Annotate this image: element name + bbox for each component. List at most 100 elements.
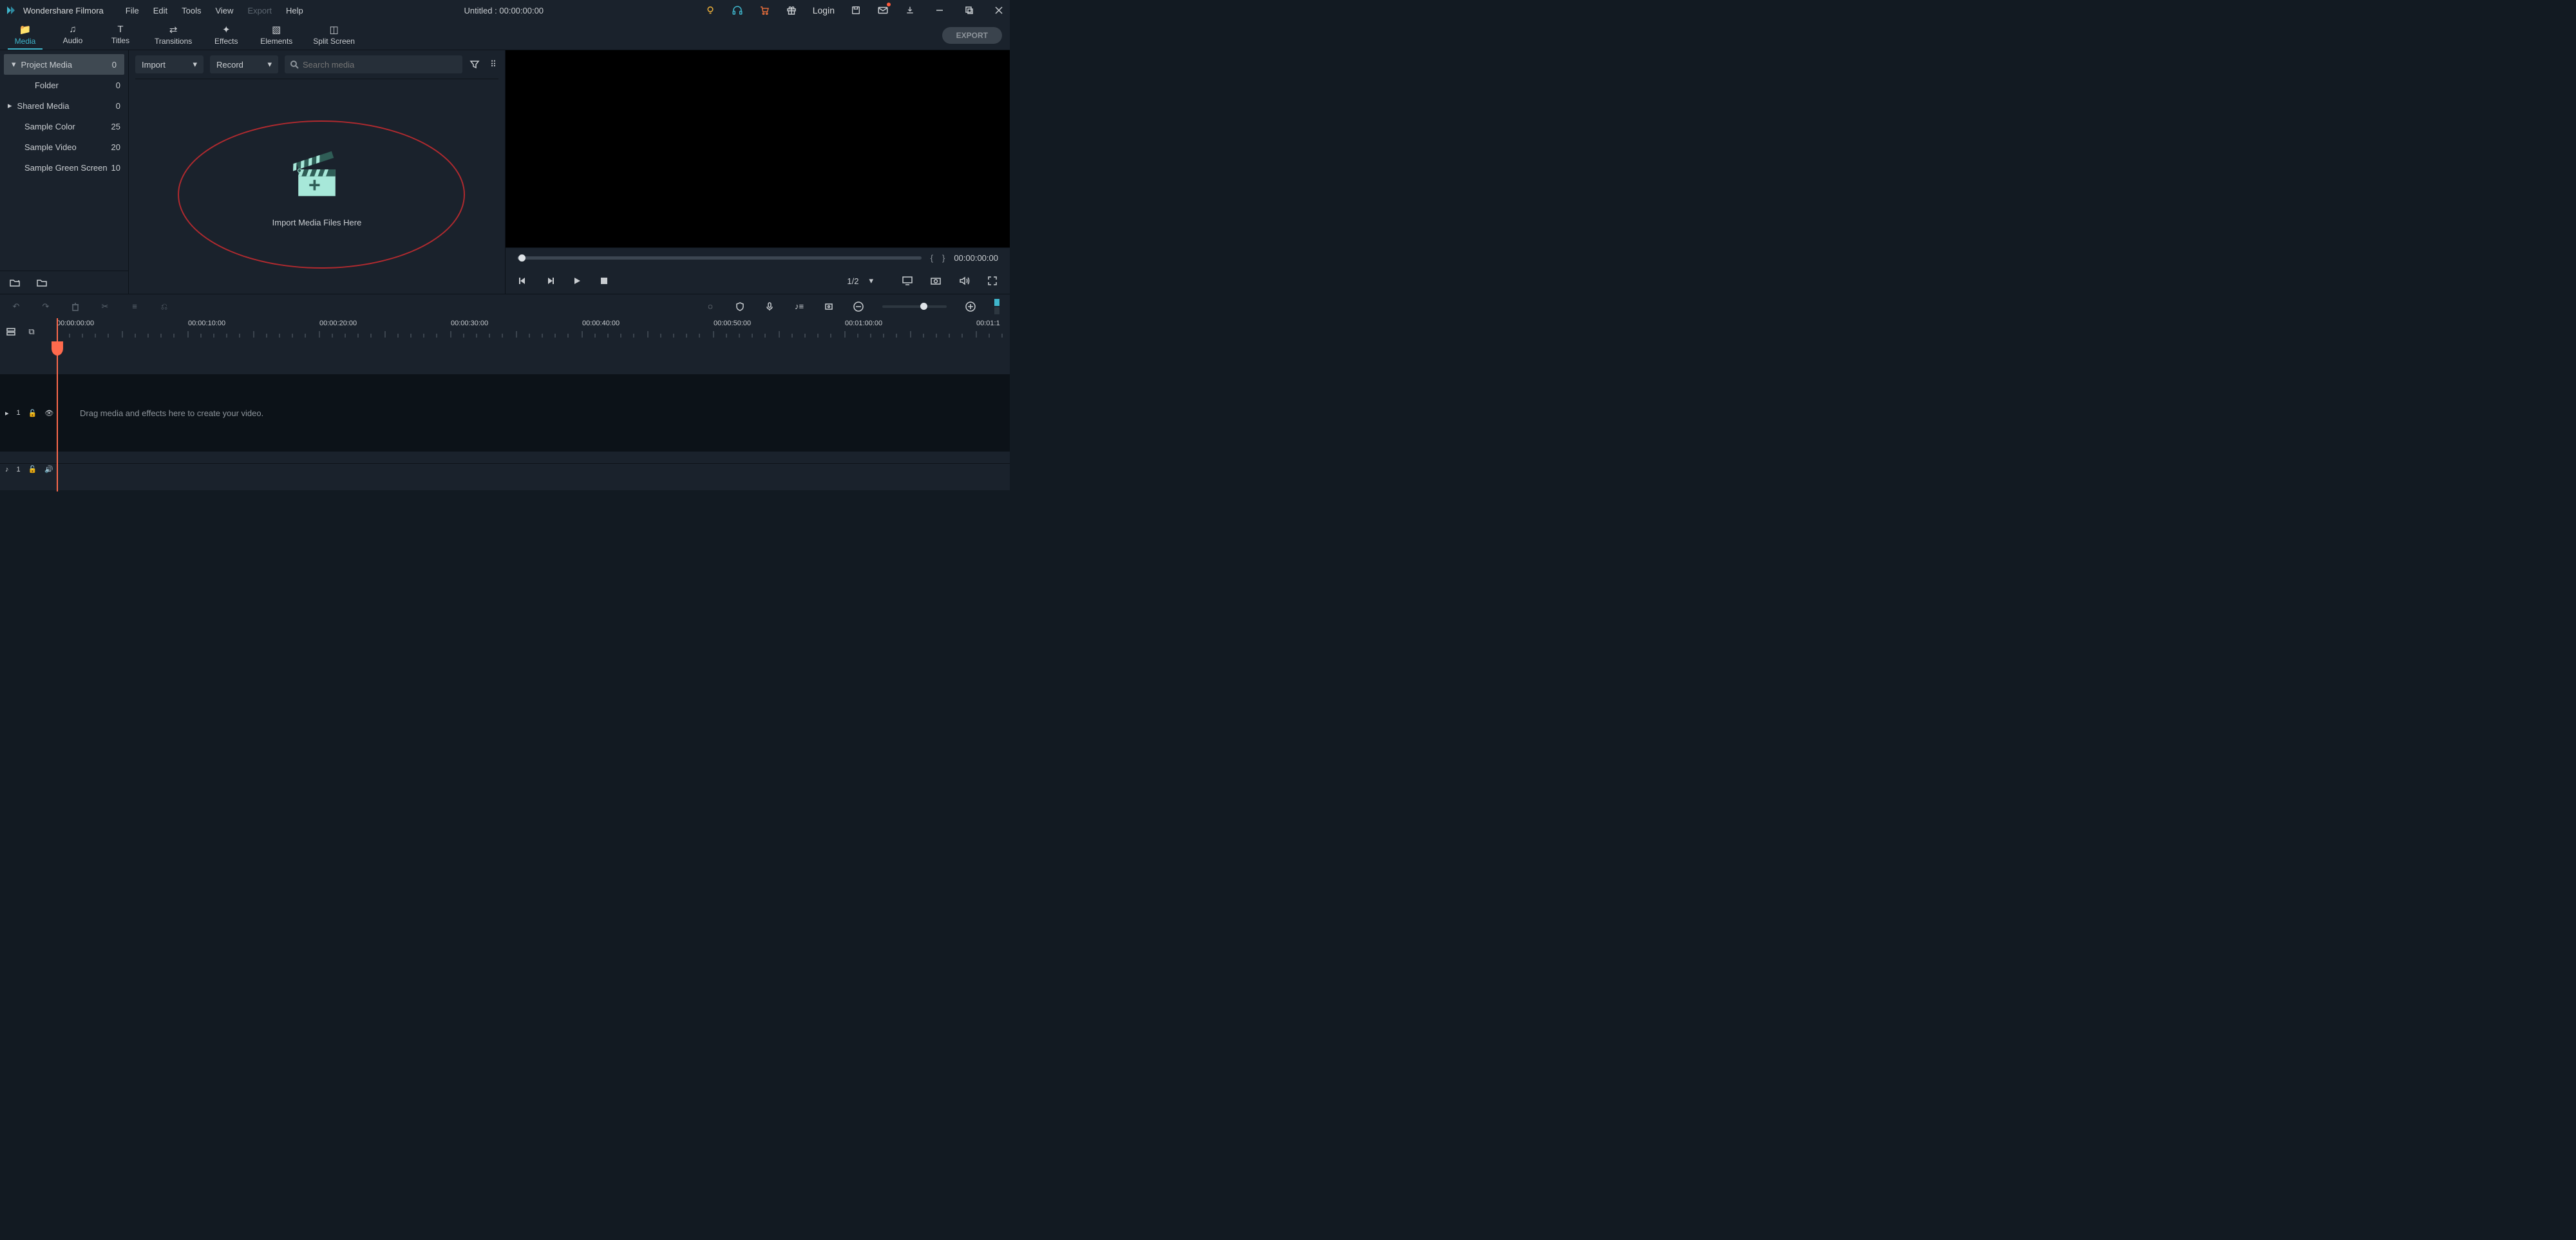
zoom-fit-icon[interactable] (994, 299, 999, 314)
sidebar-item-sample-green-screen[interactable]: Sample Green Screen 10 (0, 157, 128, 178)
sidebar-footer (0, 271, 128, 294)
sidebar-item-sample-color[interactable]: Sample Color 25 (0, 116, 128, 137)
play-icon[interactable] (571, 275, 583, 287)
zoom-out-icon[interactable] (853, 301, 864, 312)
login-link[interactable]: Login (813, 5, 835, 15)
tab-split-screen[interactable]: ◫ Split Screen (309, 21, 359, 50)
search-icon (290, 60, 299, 69)
tab-transitions-label: Transitions (155, 37, 192, 46)
sidebar-item-folder[interactable]: Folder 0 (0, 75, 128, 95)
zoom-in-icon[interactable] (965, 301, 976, 312)
grid-view-icon[interactable]: ⠿ (487, 59, 498, 70)
app-logo-icon (5, 5, 17, 16)
media-panel: Import ▾ Record ▾ ⠿ (129, 50, 506, 294)
tab-transitions[interactable]: ⇄ Transitions (151, 21, 196, 50)
stop-icon[interactable] (598, 275, 610, 287)
redo-icon[interactable]: ↷ (40, 301, 52, 312)
preview-controls: { } 00:00:00:00 1/2 ▾ (506, 247, 1010, 294)
media-toolbar: Import ▾ Record ▾ ⠿ (129, 50, 505, 72)
delete-icon[interactable] (70, 301, 81, 312)
headphones-icon[interactable] (732, 5, 743, 16)
search-input-wrap[interactable] (285, 55, 462, 73)
step-forward-icon[interactable] (544, 275, 556, 287)
link-icon[interactable]: ⧉ (26, 326, 37, 338)
audio-track-icon[interactable]: ♪≡ (793, 301, 805, 312)
chevron-down-icon: ▾ (12, 59, 16, 70)
color-wheel-icon[interactable]: ◌ (705, 301, 716, 312)
tab-elements[interactable]: ▧ Elements (256, 21, 296, 50)
mark-out-icon[interactable]: } (942, 253, 945, 263)
seek-slider[interactable] (517, 256, 922, 260)
cut-icon[interactable]: ✂ (99, 301, 111, 312)
sidebar-item-sample-video[interactable]: Sample Video 20 (0, 137, 128, 157)
step-back-icon[interactable] (517, 275, 529, 287)
mail-icon[interactable] (877, 5, 889, 16)
sidebar-item-project-media[interactable]: ▾Project Media 0 (4, 54, 124, 75)
tab-effects[interactable]: ✦ Effects (209, 21, 243, 50)
timeline-toolbar: ↶ ↷ ✂ ≡ ⎌ ◌ ♪≡ (0, 294, 1010, 318)
audio-track-icon: ♪ (5, 466, 9, 473)
menu-file[interactable]: File (126, 6, 139, 15)
marker-icon[interactable] (823, 301, 835, 312)
tracks-icon[interactable] (5, 326, 17, 338)
lock-icon[interactable]: 🔓 (28, 409, 37, 417)
menu-help[interactable]: Help (286, 6, 303, 15)
download-icon[interactable] (904, 5, 916, 16)
filter-icon[interactable] (469, 59, 480, 70)
import-dropdown[interactable]: Import ▾ (135, 55, 204, 73)
video-track[interactable]: ▸1 🔓 👁 Drag media and effects here to cr… (0, 374, 1010, 452)
sidebar-item-shared-media[interactable]: ▸Shared Media 0 (0, 95, 128, 116)
menu-tools[interactable]: Tools (182, 6, 201, 15)
snapshot-icon[interactable] (930, 275, 942, 287)
timeline: ⧉ 00:00:00:00 00:00:10:00 00:00:20:00 00… (0, 318, 1010, 490)
tab-media[interactable]: 📁 Media (8, 21, 43, 50)
new-folder-icon[interactable] (9, 277, 21, 289)
microphone-icon[interactable] (764, 301, 775, 312)
zoom-slider[interactable] (882, 305, 947, 308)
chevron-down-icon: ▾ (869, 276, 873, 286)
fullscreen-icon[interactable] (987, 275, 998, 287)
menu-view[interactable]: View (215, 6, 233, 15)
preview-video-area[interactable] (506, 50, 1010, 247)
sidebar-count: 0 (116, 101, 120, 111)
ruler-label: 00:00:10:00 (188, 320, 225, 327)
ruler-label: 00:00:00:00 (57, 320, 94, 327)
zoom-thumb[interactable] (920, 303, 927, 310)
tab-titles[interactable]: T Titles (103, 21, 138, 49)
menu-edit[interactable]: Edit (153, 6, 167, 15)
app-name: Wondershare Filmora (23, 6, 104, 15)
preview-quality-dropdown[interactable]: 1/2 ▾ (847, 276, 873, 286)
video-track-body[interactable]: Drag media and effects here to create yo… (57, 374, 1010, 452)
save-icon[interactable] (850, 5, 862, 16)
speaker-icon[interactable]: 🔊 (44, 465, 53, 473)
maximize-icon[interactable] (963, 5, 975, 16)
gift-icon[interactable] (786, 5, 797, 16)
record-label: Record (216, 60, 243, 70)
undo-icon[interactable]: ↶ (10, 301, 22, 312)
monitor-icon[interactable] (902, 275, 913, 287)
export-button[interactable]: EXPORT (942, 27, 1002, 44)
mark-in-icon[interactable]: { (931, 253, 933, 263)
playhead-handle[interactable] (52, 341, 63, 356)
audio-track[interactable]: ♪1 🔓 🔊 (0, 463, 1010, 475)
import-label: Import (142, 60, 166, 70)
media-drop-area[interactable]: Import Media Files Here (129, 79, 505, 294)
ruler-label: 00:00:30:00 (451, 320, 488, 327)
sidebar-count: 25 (111, 122, 120, 131)
shield-icon[interactable] (734, 301, 746, 312)
seek-thumb[interactable] (518, 254, 526, 262)
folder-icon[interactable] (36, 277, 48, 289)
record-dropdown[interactable]: Record ▾ (210, 55, 278, 73)
volume-icon[interactable] (958, 275, 970, 287)
tab-audio[interactable]: ♫ Audio (55, 21, 90, 49)
timeline-ruler[interactable]: 00:00:00:00 00:00:10:00 00:00:20:00 00:0… (57, 318, 1010, 345)
search-input[interactable] (303, 60, 457, 70)
eye-icon[interactable]: 👁 (44, 409, 53, 417)
cart-icon[interactable] (759, 5, 770, 16)
lightbulb-icon[interactable] (705, 5, 716, 16)
close-icon[interactable] (993, 5, 1005, 16)
audio-mixer-icon[interactable]: ⎌ (158, 301, 170, 312)
adjust-icon[interactable]: ≡ (129, 301, 140, 312)
lock-icon[interactable]: 🔓 (28, 465, 37, 473)
minimize-icon[interactable] (934, 5, 945, 16)
